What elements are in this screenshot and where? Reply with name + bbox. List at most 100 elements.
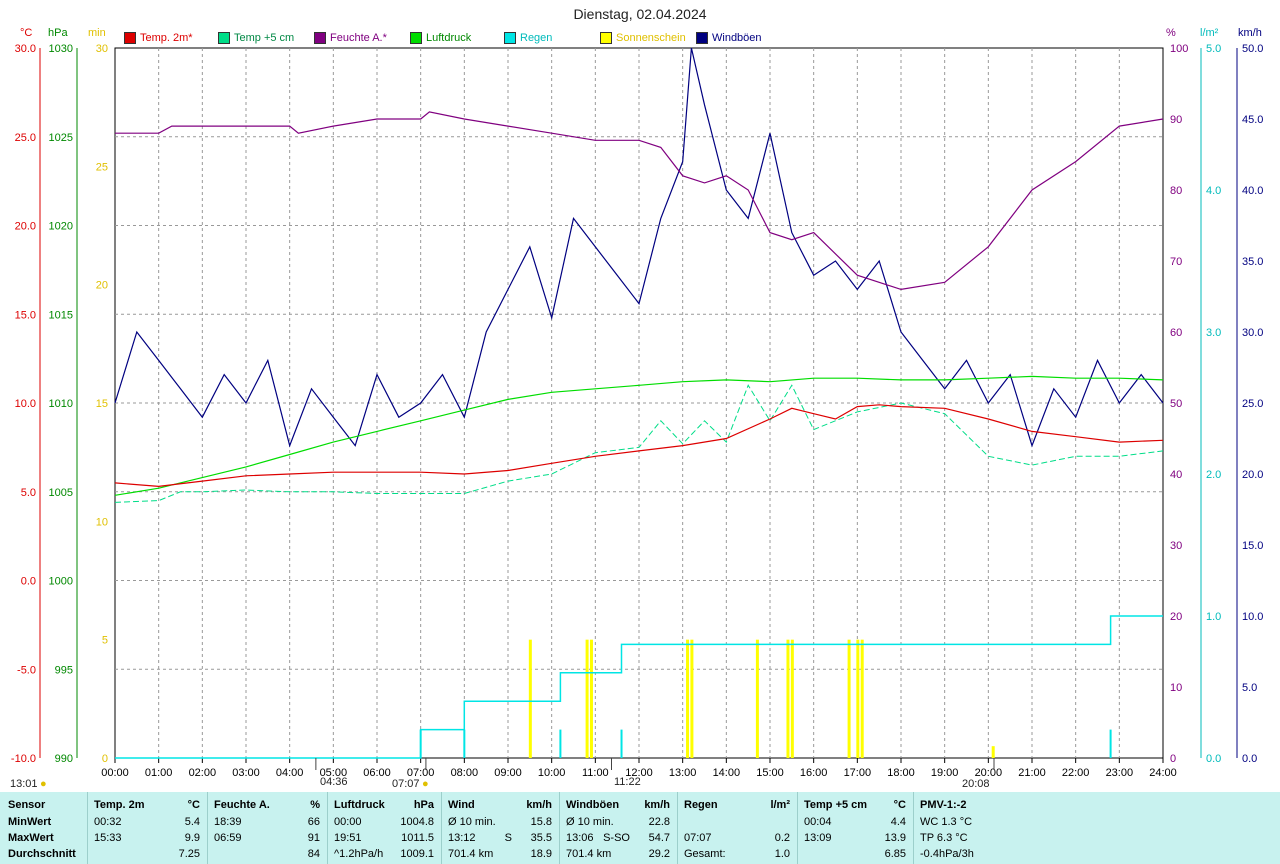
footer-max-value: 9.9: [184, 832, 200, 844]
footer-min-time: 00:32: [94, 816, 122, 828]
footer-avg-value: 7.25: [178, 848, 200, 860]
row-label-avg: Durchschnitt: [8, 848, 76, 860]
rain-tick-label: 4.0: [1206, 185, 1221, 197]
min-tick-label: 20: [96, 280, 108, 292]
footer-column-head: Luftdruck: [334, 799, 385, 811]
pct-tick-label: 60: [1170, 327, 1182, 339]
footer-max-value: 35.5: [530, 832, 552, 844]
legend-label: Luftdruck: [426, 32, 472, 44]
hpa-tick-label: 1010: [49, 398, 73, 410]
footer-column: Feuchte A.% 18:39 66 06:59 91 84: [208, 792, 326, 864]
legend-label: Regen: [520, 32, 553, 44]
pct-tick-label: 70: [1170, 256, 1182, 268]
hpa-tick-label: 1030: [49, 43, 73, 55]
rain-unit-label: l/m²: [1200, 27, 1219, 39]
footer-max-time: 13:12: [448, 832, 476, 844]
legend-item: Regen: [504, 32, 552, 44]
footer-column: Temp +5 cm °C 00:04 4.4 13:09 13.9 6.85: [798, 792, 912, 864]
sensor-label: Sensor: [8, 799, 46, 811]
pct-tick-label: 10: [1170, 682, 1182, 694]
footer-min-value: 15.8: [530, 816, 552, 828]
footer-column-head: Feuchte A.: [214, 799, 270, 811]
footer-max-time: 07:07: [684, 832, 712, 844]
temp-tick-label: -5.0: [17, 664, 36, 676]
footer-avg-value: 29.2: [648, 848, 670, 860]
hpa-tick-label: 1000: [49, 576, 73, 588]
sunshine-bar: [585, 639, 589, 758]
legend-label: Temp. 2m*: [140, 32, 193, 44]
kmh-unit-label: km/h: [1238, 27, 1262, 39]
row-label-min: MinWert: [8, 816, 52, 828]
temp-tick-label: 0.0: [21, 576, 36, 588]
pct-tick-label: 20: [1170, 611, 1182, 623]
legend-label: Temp +5 cm: [234, 32, 295, 44]
sunup-icon: ●: [422, 778, 429, 790]
footer-min-time: WC 1.3 °C: [920, 816, 973, 828]
row-label-max: MaxWert: [8, 832, 54, 844]
kmh-tick-label: 10.0: [1242, 611, 1263, 623]
left-time-label: 13:01: [10, 778, 38, 790]
kmh-tick-label: 20.0: [1242, 469, 1263, 481]
footer-max-time: 19:51: [334, 832, 362, 844]
legend-swatch: [124, 32, 136, 44]
legend-item: Windböen: [696, 32, 762, 44]
footer-column-unit: hPa: [413, 799, 434, 811]
legend-item: Luftdruck: [410, 32, 471, 44]
hpa-tick-label: 1015: [49, 309, 73, 321]
sunshine-bar: [755, 639, 759, 758]
sunshine-bar: [790, 639, 794, 758]
legend-swatch: [218, 32, 230, 44]
min-tick-label: 30: [96, 43, 108, 55]
pct-tick-label: 30: [1170, 540, 1182, 552]
legend-swatch: [504, 32, 516, 44]
footer-column: Windböen km/h Ø 10 min. 22.8 13:06 S-SO 54.7 70…: [560, 792, 676, 864]
footer-min-value: 22.8: [648, 816, 670, 828]
footer-column: Temp. 2m °C 00:32 5.4 15:33 9.9 7.25: [88, 792, 206, 864]
footer-min-time: Ø 10 min.: [566, 816, 614, 828]
hpa-tick-label: 995: [55, 664, 73, 676]
stats-footer: Sensor MinWert MaxWert Durchschnitt Temp…: [0, 792, 1280, 864]
footer-avg-label: Gesamt:: [684, 848, 726, 860]
sunshine-bar: [856, 639, 860, 758]
kmh-tick-label: 15.0: [1242, 540, 1263, 552]
legend-item: Feuchte A.*: [314, 32, 387, 44]
rain-tick-label: 2.0: [1206, 469, 1221, 481]
footer-column-head: PMV-1:-2: [920, 799, 967, 811]
sunshine-bar: [528, 639, 532, 758]
min-tick-label: 25: [96, 161, 108, 173]
kmh-tick-label: 40.0: [1242, 185, 1263, 197]
footer-min-value: 66: [307, 816, 320, 828]
min-tick-label: 10: [96, 516, 108, 528]
hpa-tick-label: 1025: [49, 132, 73, 144]
noon-label: 11:22: [614, 776, 641, 788]
footer-min-time: 18:39: [214, 816, 242, 828]
footer-column-unit: °C: [893, 799, 906, 811]
footer-column-unit: km/h: [644, 799, 670, 811]
footer-avg-value: 84: [307, 848, 320, 860]
footer-min-value: 5.4: [184, 816, 200, 828]
footer-min-time: 00:04: [804, 816, 832, 828]
kmh-tick-label: 25.0: [1242, 398, 1263, 410]
footer-max-time: 13:09: [804, 832, 832, 844]
min-tick-label: 15: [96, 398, 108, 410]
legend-swatch: [410, 32, 422, 44]
footer-max-value: 54.7: [648, 832, 670, 844]
sunshine-bar: [860, 639, 864, 758]
kmh-tick-label: 30.0: [1242, 327, 1263, 339]
footer-row-labels: Sensor MinWert MaxWert Durchschnitt: [8, 792, 88, 864]
footer-avg-label: 701.4 km: [448, 848, 494, 860]
rain-tick-label: 3.0: [1206, 327, 1221, 339]
footer-max-value: 0.2: [774, 832, 790, 844]
footer-avg-label: 701.4 km: [566, 848, 612, 860]
pct-tick-label: 90: [1170, 114, 1182, 126]
sunshine-bar: [589, 639, 593, 758]
sunshine-bar: [786, 639, 790, 758]
sunshine-bar: [847, 639, 851, 758]
legend-item: Sonnenschein: [600, 32, 686, 44]
min-unit-label: min: [88, 27, 106, 39]
footer-max-time: TP 6.3 °C: [920, 832, 968, 844]
pct-tick-label: 100: [1170, 43, 1188, 55]
footer-max-dir: S: [504, 832, 512, 844]
footer-min-value: 4.4: [890, 816, 906, 828]
chart-title: Dienstag, 02.04.2024: [573, 6, 707, 22]
